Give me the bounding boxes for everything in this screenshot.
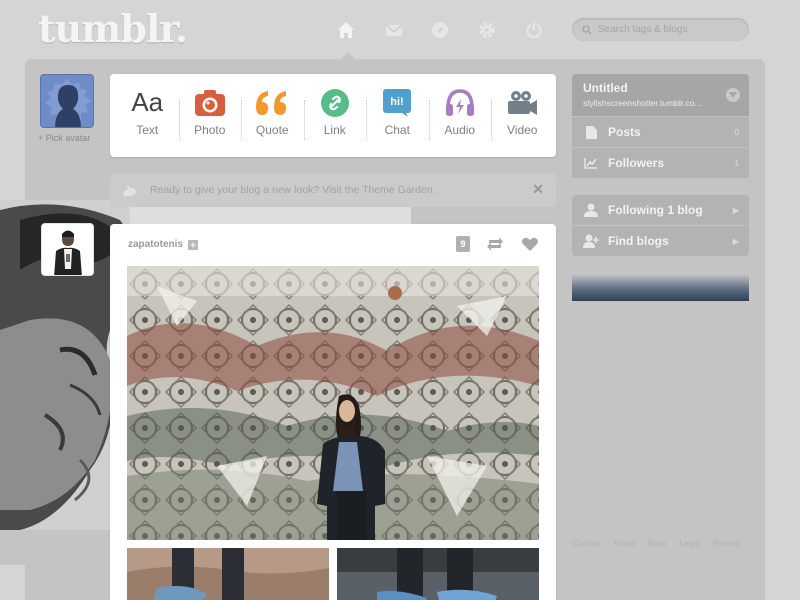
post-photo-thumbnail[interactable] <box>337 548 539 600</box>
post-photo-button[interactable]: Photo <box>178 86 242 146</box>
footer-link[interactable]: Apps <box>647 538 666 548</box>
post-author-name[interactable]: zapatotenis <box>128 239 183 250</box>
follow-button[interactable]: + <box>188 239 199 250</box>
page-edge <box>0 565 25 600</box>
post-link-button[interactable]: Link <box>303 86 367 146</box>
followers-count: 1 <box>734 158 739 168</box>
footer-link[interactable]: About <box>613 538 635 548</box>
post-type-label: Audio <box>444 122 476 137</box>
dashboard-post: zapatotenis + 9 <box>110 224 556 600</box>
post-video-button[interactable]: Video <box>491 86 554 146</box>
footer-link[interactable]: Contact <box>572 538 601 548</box>
person-icon <box>583 203 599 217</box>
footer-links: Contact About Apps Legal Privacy <box>572 538 750 548</box>
pick-avatar-link[interactable]: + Pick avatar <box>38 133 90 143</box>
post-author[interactable]: zapatotenis + <box>128 239 199 250</box>
post-photo-thumbnail[interactable] <box>127 548 329 600</box>
chat-icon: hi! <box>382 86 412 120</box>
close-icon[interactable]: ✕ <box>532 181 544 198</box>
quote-icon <box>254 86 290 120</box>
blog-title[interactable]: Untitled <box>583 81 738 95</box>
sidebar-item-label: Posts <box>608 125 641 139</box>
user-avatar[interactable] <box>40 74 94 128</box>
search-input[interactable] <box>598 24 748 35</box>
sidebar-item-followers[interactable]: Followers 1 <box>572 147 749 178</box>
chevron-down-icon[interactable] <box>726 88 740 102</box>
link-icon <box>320 86 350 120</box>
chat-glyph: hi! <box>391 96 404 108</box>
post-type-label: Quote <box>255 122 289 137</box>
text-icon: Aa <box>131 86 163 120</box>
document-icon <box>583 125 599 139</box>
post-type-label: Chat <box>384 122 410 137</box>
reblog-icon[interactable] <box>486 236 504 252</box>
post-audio-button[interactable]: Audio <box>428 86 492 146</box>
sidebar-item-label: Followers <box>608 156 665 170</box>
post-quote-button[interactable]: Quote <box>241 86 304 146</box>
headphones-icon <box>444 86 476 120</box>
text-glyph: Aa <box>131 87 164 117</box>
posts-count: 0 <box>734 127 739 137</box>
video-camera-icon <box>506 86 538 120</box>
arrow-right-icon: ▶ <box>732 205 739 215</box>
arrow-right-icon: ▶ <box>732 236 739 246</box>
banner-text[interactable]: Ready to give your blog a new look? Visi… <box>150 184 436 196</box>
footer-link[interactable]: Privacy <box>712 538 740 548</box>
unicorn-icon <box>123 184 137 196</box>
theme-garden-banner[interactable]: Ready to give your blog a new look? Visi… <box>110 173 556 207</box>
chart-trend-icon <box>583 156 599 170</box>
add-person-icon <box>583 234 599 248</box>
post-chat-button[interactable]: hi! Chat <box>366 86 429 146</box>
sidebar-item-find-blogs[interactable]: Find blogs ▶ <box>572 225 749 256</box>
gear-icon[interactable] <box>475 18 499 42</box>
heart-icon[interactable] <box>521 236 539 252</box>
search-box[interactable] <box>572 18 749 41</box>
sidebar-item-label: Following 1 blog <box>608 203 703 217</box>
post-type-label: Video <box>507 122 538 137</box>
sidebar-item-following[interactable]: Following 1 blog ▶ <box>572 194 749 225</box>
footer-link[interactable]: Legal <box>679 538 700 548</box>
sidebar-item-posts[interactable]: Posts 0 <box>572 116 749 147</box>
sidebar-item-label: Find blogs <box>608 234 669 248</box>
power-icon[interactable] <box>522 18 546 42</box>
post-text-button[interactable]: Aa Text <box>116 86 179 146</box>
compass-icon[interactable] <box>428 18 452 42</box>
sidebar-blog-header[interactable]: Untitled stylishscreenshotter.tumblr.co.… <box>572 74 749 116</box>
home-icon[interactable] <box>334 18 358 42</box>
post-type-label: Text <box>136 122 159 137</box>
camera-icon <box>194 86 226 120</box>
post-type-composer: Aa Text Photo Quote Link hi! Chat Audio <box>110 74 556 157</box>
search-icon <box>582 24 592 34</box>
post-type-label: Photo <box>194 122 226 137</box>
tumblr-logo[interactable]: tumblr. <box>38 6 188 51</box>
sidebar-radar-banner <box>572 274 749 301</box>
post-author-avatar[interactable] <box>41 223 94 276</box>
post-photo[interactable] <box>127 266 539 540</box>
post-type-label: Link <box>323 122 346 137</box>
note-count-badge[interactable]: 9 <box>456 236 470 252</box>
envelope-icon[interactable] <box>382 18 406 42</box>
blog-url[interactable]: stylishscreenshotter.tumblr.co... <box>583 98 718 108</box>
